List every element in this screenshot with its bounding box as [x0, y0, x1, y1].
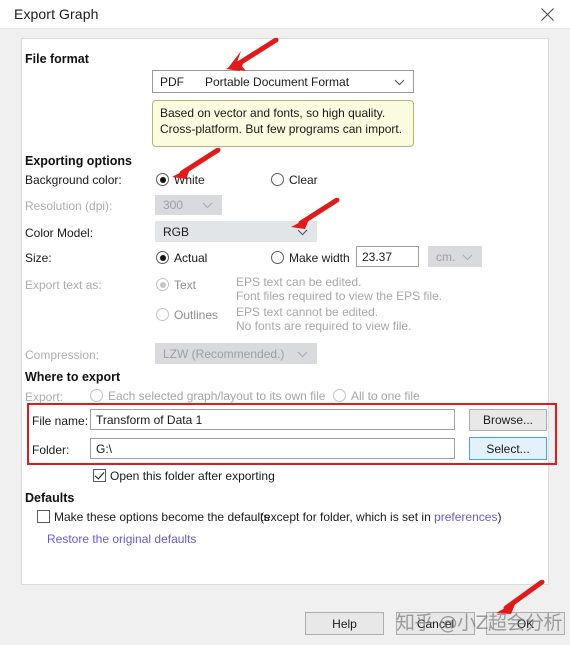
annotation-arrow-ok-button [496, 580, 545, 614]
size-width-input[interactable]: 23.37 [356, 246, 419, 267]
window-title: Export Graph [14, 6, 99, 22]
where-to-export-heading: Where to export [25, 370, 121, 384]
export-each-file-radio [90, 389, 103, 402]
background-white-radio[interactable] [156, 173, 169, 186]
export-text-note-line-2: Font files required to view the EPS file… [236, 289, 443, 303]
defaults-heading: Defaults [25, 491, 75, 505]
compression-label: Compression: [25, 348, 100, 362]
compression-value: LZW (Recommended.) [163, 346, 285, 361]
background-color-label: Background color: [25, 173, 122, 187]
file-format-extension: PDF [160, 74, 184, 89]
size-make-width-label: Make width [289, 251, 350, 265]
chevron-down-icon [394, 75, 405, 89]
open-folder-label: Open this folder after exporting [110, 469, 275, 483]
chevron-down-icon [202, 198, 213, 212]
size-unit-value: cm. [436, 249, 456, 264]
size-make-width-radio[interactable] [271, 251, 284, 264]
export-each-file-label: Each selected graph/layout to its own fi… [108, 389, 326, 403]
cancel-button[interactable]: Cancel [396, 612, 475, 635]
info-line-2: Cross-platform. But few programs can imp… [160, 122, 403, 136]
defaults-note: (except for folder, which is set in pref… [260, 510, 501, 524]
select-button[interactable]: Select... [469, 437, 547, 460]
size-unit-combo: cm. [428, 246, 482, 267]
export-row-label: Export: [25, 390, 64, 404]
export-all-one-file-radio [333, 389, 346, 402]
preferences-link[interactable]: preferences [434, 510, 497, 524]
file-name-input[interactable]: Transform of Data 1 [90, 409, 455, 430]
browse-button[interactable]: Browse... [469, 409, 547, 431]
file-name-label: File name: [32, 414, 89, 428]
file-format-heading: File format [25, 52, 89, 66]
export-outlines-note-line-2: No fonts are required to view file. [236, 319, 412, 333]
size-actual-radio[interactable] [156, 251, 169, 264]
background-white-label: White [174, 173, 205, 187]
folder-label: Folder: [32, 443, 70, 457]
defaults-note-suffix: ) [497, 510, 502, 524]
file-format-combo[interactable]: PDF Portable Document Format [152, 70, 414, 93]
open-folder-checkbox[interactable] [93, 469, 106, 482]
make-default-label: Make these options become the defaults [54, 510, 270, 524]
export-outlines-note-line-1: EPS text cannot be edited. [236, 305, 379, 319]
export-text-as-text-label: Text [174, 278, 197, 292]
resolution-value: 300 [163, 198, 184, 212]
export-text-as-outlines-label: Outlines [174, 308, 219, 322]
color-model-value: RGB [163, 224, 190, 239]
close-button[interactable] [530, 2, 564, 26]
size-label: Size: [25, 251, 52, 265]
info-line-1: Based on vector and fonts, so high quali… [160, 106, 386, 120]
background-clear-radio[interactable] [271, 173, 284, 186]
file-format-description: Portable Document Format [205, 74, 350, 89]
exporting-options-heading: Exporting options [25, 154, 132, 168]
color-model-combo[interactable]: RGB [155, 221, 317, 242]
restore-defaults-link[interactable]: Restore the original defaults [47, 532, 196, 546]
chevron-down-icon [297, 225, 308, 239]
make-default-checkbox[interactable] [37, 510, 50, 523]
chevron-down-icon [297, 347, 308, 361]
help-button[interactable]: Help [305, 612, 384, 635]
export-text-note-line-1: EPS text can be edited. [236, 275, 362, 289]
title-bar: Export Graph [0, 0, 570, 29]
export-text-as-outlines-radio [156, 308, 169, 321]
color-model-label: Color Model: [25, 226, 94, 240]
folder-input[interactable]: G:\ [90, 438, 455, 459]
defaults-note-prefix: (except for folder, which is set in [260, 510, 435, 524]
background-clear-label: Clear [289, 173, 318, 187]
size-actual-label: Actual [174, 251, 208, 265]
export-text-as-label: Export text as: [25, 278, 102, 292]
file-format-info-balloon: Based on vector and fonts, so high quali… [152, 100, 414, 147]
resolution-label: Resolution (dpi): [25, 199, 113, 213]
export-all-one-file-label: All to one file [351, 389, 420, 403]
chevron-down-icon [462, 250, 473, 264]
ok-button[interactable]: OK [486, 612, 565, 635]
close-icon [540, 7, 554, 21]
compression-combo: LZW (Recommended.) [155, 343, 317, 364]
resolution-combo: 300 [155, 195, 222, 215]
export-text-as-text-radio [156, 278, 169, 291]
